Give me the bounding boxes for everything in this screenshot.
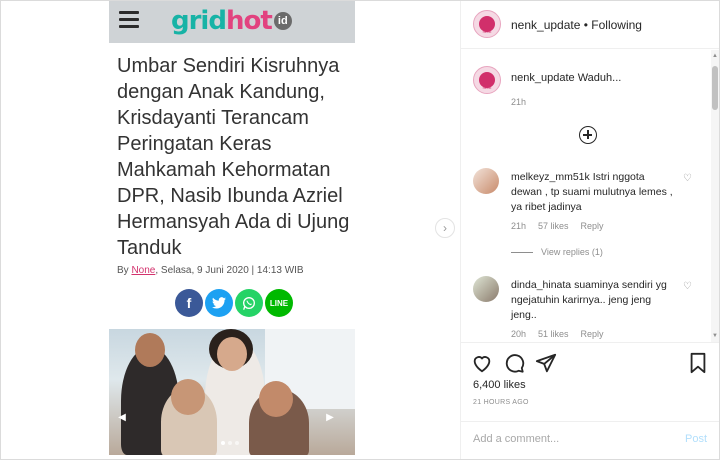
avatar[interactable] [473, 168, 499, 194]
post-actions: 6,400 likes 21 HOURS AGO Post [461, 342, 719, 459]
photo-prev-icon[interactable]: ◀ [117, 413, 127, 423]
byline-date: , Selasa, 9 Juni 2020 | 14:13 WIB [155, 265, 304, 276]
scroll-down-icon[interactable]: ▼ [711, 332, 719, 340]
twitter-icon [205, 289, 233, 317]
post-header: nenk nenk_update • Following [461, 1, 719, 49]
post-media: grid hot id Umbar Sendiri Kisruhnya deng… [1, 1, 461, 459]
line-icon: LINE [265, 289, 293, 317]
comment-time: 21h [511, 221, 527, 231]
view-replies-label[interactable]: View replies (1) [541, 247, 603, 257]
follow-status[interactable]: Following [591, 18, 642, 32]
likes-count[interactable]: 6,400 likes [473, 379, 526, 391]
post-button[interactable]: Post [685, 433, 707, 445]
scroll-thumb[interactable] [712, 66, 718, 110]
byline-prefix: By [117, 265, 132, 276]
avatar[interactable] [473, 276, 499, 302]
paper-plane-icon[interactable] [535, 352, 557, 374]
comment-username[interactable]: melkeyz_mm51k [511, 171, 590, 183]
bookmark-icon[interactable] [687, 352, 709, 374]
comments-scrollbar[interactable]: ▲ ▼ [711, 50, 719, 342]
article-site-header: grid hot id [109, 1, 355, 43]
whatsapp-icon [235, 289, 263, 317]
logo-hot-text: hot [225, 6, 273, 36]
comment-meta: 21h 57 likes Reply [511, 221, 604, 231]
share-buttons: f LINE [175, 289, 293, 317]
post-side-panel: nenk nenk_update • Following nenk nenk_u… [461, 1, 719, 459]
comment-time: 20h [511, 329, 527, 339]
caption-text: Waduh... [577, 72, 622, 84]
comment-input[interactable] [473, 433, 663, 445]
comment-likes[interactable]: 57 likes [538, 221, 569, 231]
heart-icon[interactable]: ♡ [683, 174, 693, 184]
article-headline: Umbar Sendiri Kisruhnya dengan Anak Kand… [117, 55, 350, 259]
plus-circle-icon[interactable] [579, 126, 597, 144]
site-logo: grid hot id [171, 5, 292, 37]
article-photo: ◀ ▶ [109, 329, 355, 455]
comment-meta: 20h 51 likes Reply [511, 329, 604, 339]
article-byline: By None, Selasa, 9 Juni 2020 | 14:13 WIB [117, 265, 304, 276]
comment-username[interactable]: dinda_hinata [511, 279, 571, 291]
caption-avatar[interactable]: nenk [473, 66, 501, 94]
header-username[interactable]: nenk_update [511, 18, 580, 32]
caption-time: 21h [511, 97, 527, 107]
byline-author: None [131, 265, 156, 276]
comment-text: melkeyz_mm51k Istri nggota dewan , tp su… [511, 170, 675, 215]
reply-button[interactable]: Reply [581, 221, 604, 231]
header-separator: • [580, 18, 592, 32]
comment-text: dinda_hinata suaminya sendiri yg ngejatu… [511, 278, 675, 323]
header-username-row: nenk_update • Following [511, 18, 642, 32]
heart-icon[interactable]: ♡ [683, 282, 693, 292]
logo-tld-badge: id [273, 12, 292, 30]
post-timestamp: 21 HOURS AGO [473, 399, 529, 406]
avatar[interactable]: nenk [473, 10, 501, 38]
heart-icon[interactable] [471, 352, 493, 374]
chevron-right-icon[interactable]: › [435, 218, 455, 238]
comments-list: nenk nenk_update Waduh... 21h melkeyz_mm… [461, 50, 711, 342]
facebook-icon: f [175, 289, 203, 317]
caption: nenk_update Waduh... [511, 72, 621, 84]
logo-grid-text: grid [171, 6, 227, 36]
comment-likes[interactable]: 51 likes [538, 329, 569, 339]
view-replies-button[interactable]: View replies (1) [511, 247, 603, 257]
comment-icon[interactable] [503, 352, 525, 374]
scroll-up-icon[interactable]: ▲ [711, 52, 719, 60]
caption-username[interactable]: nenk_update [511, 72, 575, 84]
photo-carousel-dots [221, 441, 239, 445]
reply-button[interactable]: Reply [581, 329, 604, 339]
comment-composer: Post [461, 421, 719, 460]
photo-next-icon[interactable]: ▶ [325, 413, 335, 423]
hamburger-icon [119, 11, 139, 29]
